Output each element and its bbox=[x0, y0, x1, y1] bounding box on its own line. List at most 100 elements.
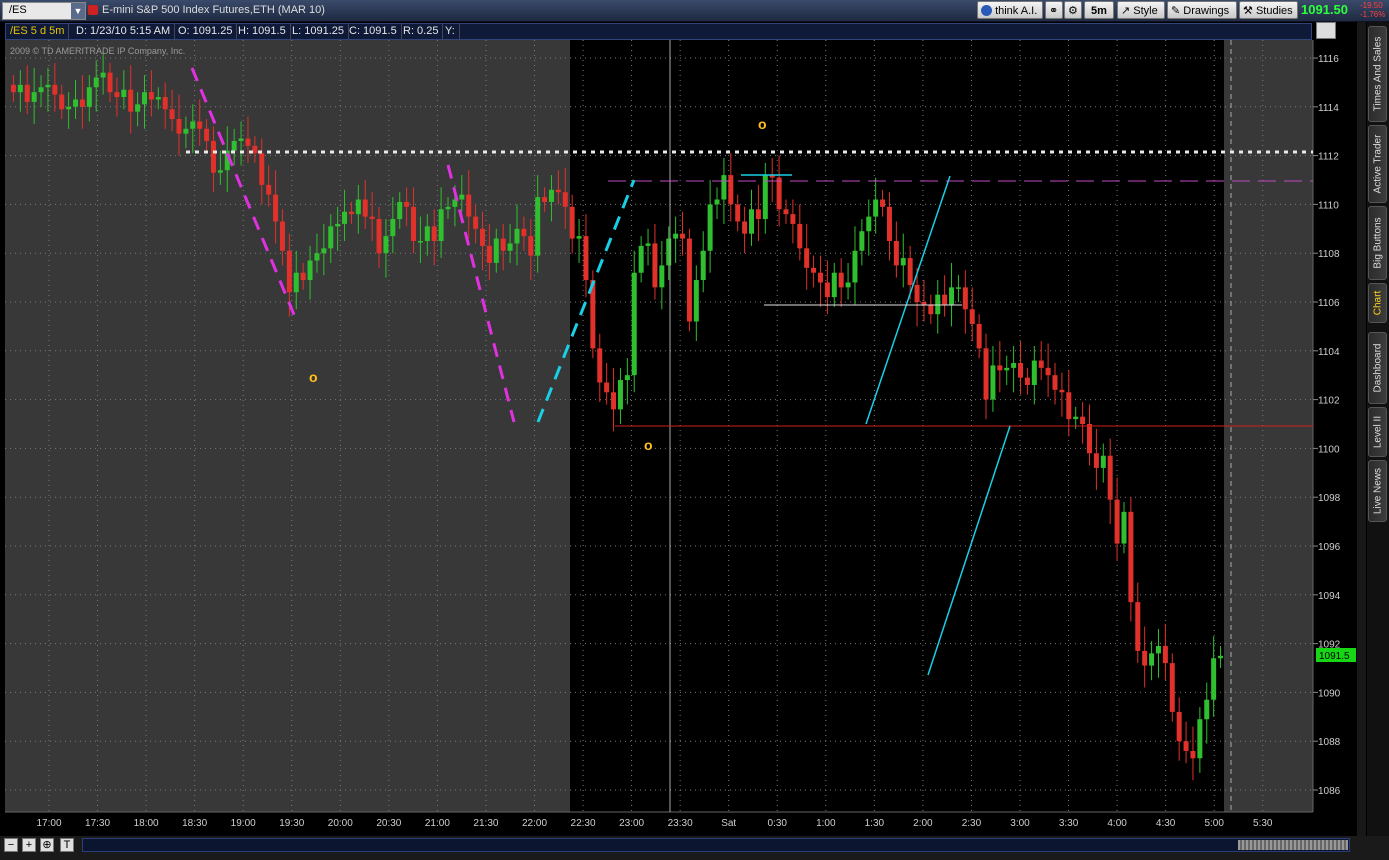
x-tick-label: 20:00 bbox=[328, 818, 353, 829]
drawing-tool-icon[interactable]: ⊕ bbox=[40, 838, 54, 852]
candle-body bbox=[1114, 499, 1120, 544]
candle-body bbox=[1100, 455, 1106, 468]
candle-body bbox=[210, 140, 216, 173]
candle-body bbox=[707, 204, 713, 251]
tab-chart[interactable]: Chart bbox=[1368, 283, 1387, 323]
candle-body bbox=[735, 204, 741, 222]
y-tick-label: 1108 bbox=[1318, 249, 1340, 260]
candle-body bbox=[880, 199, 886, 207]
candle-body bbox=[935, 294, 941, 315]
candle-body bbox=[1190, 750, 1196, 759]
candle-body bbox=[721, 175, 727, 200]
candle-body bbox=[762, 175, 768, 220]
candle-body bbox=[273, 194, 279, 222]
zoom-out-icon[interactable]: − bbox=[4, 838, 18, 852]
candle-body bbox=[1121, 511, 1127, 544]
candle-body bbox=[942, 294, 948, 305]
candle-body bbox=[252, 145, 258, 154]
x-tick-label: 21:30 bbox=[473, 818, 498, 829]
info-bar: /ES 5 d 5m D: 1/23/10 5:15 AM O: 1091.25… bbox=[5, 23, 1312, 40]
zoom-in-icon[interactable]: + bbox=[22, 838, 36, 852]
candle-body bbox=[886, 206, 892, 241]
candle-body bbox=[638, 245, 644, 273]
tab-level-ii[interactable]: Level II bbox=[1368, 407, 1387, 457]
x-tick-label: 18:00 bbox=[134, 818, 159, 829]
candle-body bbox=[1155, 646, 1161, 654]
x-tick-label: 23:30 bbox=[668, 818, 693, 829]
candle-body bbox=[797, 223, 803, 249]
candle-body bbox=[873, 199, 879, 217]
candle-body bbox=[79, 99, 85, 107]
candle-body bbox=[86, 87, 92, 107]
candle-body bbox=[459, 194, 465, 200]
x-tick-label: 3:30 bbox=[1059, 818, 1079, 829]
candle-body bbox=[397, 201, 403, 220]
text-tool-icon[interactable]: T bbox=[60, 838, 74, 852]
candle-body bbox=[411, 206, 417, 241]
horizontal-scrollbar[interactable] bbox=[82, 838, 1350, 852]
candle-body bbox=[321, 248, 327, 254]
candle-body bbox=[859, 231, 865, 251]
tab-active-trader[interactable]: Active Trader bbox=[1368, 125, 1387, 203]
candle-body bbox=[73, 99, 79, 107]
candle-body bbox=[17, 84, 23, 93]
candle-body bbox=[673, 233, 679, 239]
candle-body bbox=[507, 243, 513, 251]
candle-body bbox=[776, 177, 782, 210]
x-tick-label: 2:30 bbox=[962, 818, 982, 829]
candle-body bbox=[548, 189, 554, 202]
marker-3: o bbox=[758, 116, 767, 132]
info-date: D: 1/23/10 5:15 AM bbox=[72, 24, 176, 39]
candle-body bbox=[24, 84, 30, 102]
candle-body bbox=[1045, 367, 1051, 376]
tab-live-news[interactable]: Live News bbox=[1368, 460, 1387, 522]
scroll-thumb[interactable] bbox=[1238, 840, 1348, 850]
candle-body bbox=[286, 250, 292, 293]
candle-body bbox=[535, 197, 541, 256]
info-symbol: /ES 5 d 5m bbox=[6, 24, 70, 39]
x-tick-label: 22:30 bbox=[571, 818, 596, 829]
x-tick-label: 19:00 bbox=[231, 818, 256, 829]
vertical-scrollbar[interactable] bbox=[1357, 22, 1366, 837]
candle-body bbox=[445, 206, 451, 210]
candle-body bbox=[611, 392, 617, 410]
candle-body bbox=[1128, 511, 1134, 603]
candle-body bbox=[790, 214, 796, 224]
y-tick-label: 1094 bbox=[1318, 591, 1341, 602]
candle-body bbox=[907, 258, 913, 285]
candle-body bbox=[1135, 602, 1141, 651]
tab-dashboard[interactable]: Dashboard bbox=[1368, 332, 1387, 404]
candle-body bbox=[583, 236, 589, 281]
candle-body bbox=[804, 248, 810, 268]
chart-settings-icon[interactable] bbox=[1316, 22, 1336, 39]
candle-body bbox=[245, 138, 251, 146]
candle-body bbox=[1024, 377, 1030, 385]
tab-big-buttons[interactable]: Big Buttons bbox=[1368, 206, 1387, 280]
candle-body bbox=[500, 238, 506, 251]
candle-body bbox=[114, 92, 120, 98]
candle-body bbox=[700, 250, 706, 281]
candle-body bbox=[742, 221, 748, 234]
candle-body bbox=[1086, 424, 1092, 454]
candle-body bbox=[493, 238, 499, 263]
candle-body bbox=[990, 365, 996, 400]
x-tick-label: 3:00 bbox=[1010, 818, 1030, 829]
candle-body bbox=[31, 92, 37, 102]
info-y: Y: bbox=[441, 24, 460, 39]
candle-body bbox=[231, 140, 237, 151]
price-chart[interactable]: 1086108810901092109410961098110011021104… bbox=[0, 0, 1389, 860]
candle-body bbox=[1066, 392, 1072, 420]
candle-body bbox=[1107, 455, 1113, 500]
candle-body bbox=[983, 348, 989, 400]
candle-body bbox=[10, 84, 16, 93]
candle-body bbox=[1018, 363, 1024, 378]
x-tick-label: 20:30 bbox=[376, 818, 401, 829]
candle-body bbox=[604, 382, 610, 393]
y-tick-label: 1110 bbox=[1318, 200, 1339, 211]
candle-body bbox=[335, 223, 341, 227]
tab-times-and-sales[interactable]: Times And Sales bbox=[1368, 26, 1387, 122]
candle-body bbox=[1218, 655, 1224, 659]
y-tick-label: 1106 bbox=[1318, 298, 1340, 309]
candle-body bbox=[914, 284, 920, 302]
info-close: C: 1091.5 bbox=[345, 24, 402, 39]
